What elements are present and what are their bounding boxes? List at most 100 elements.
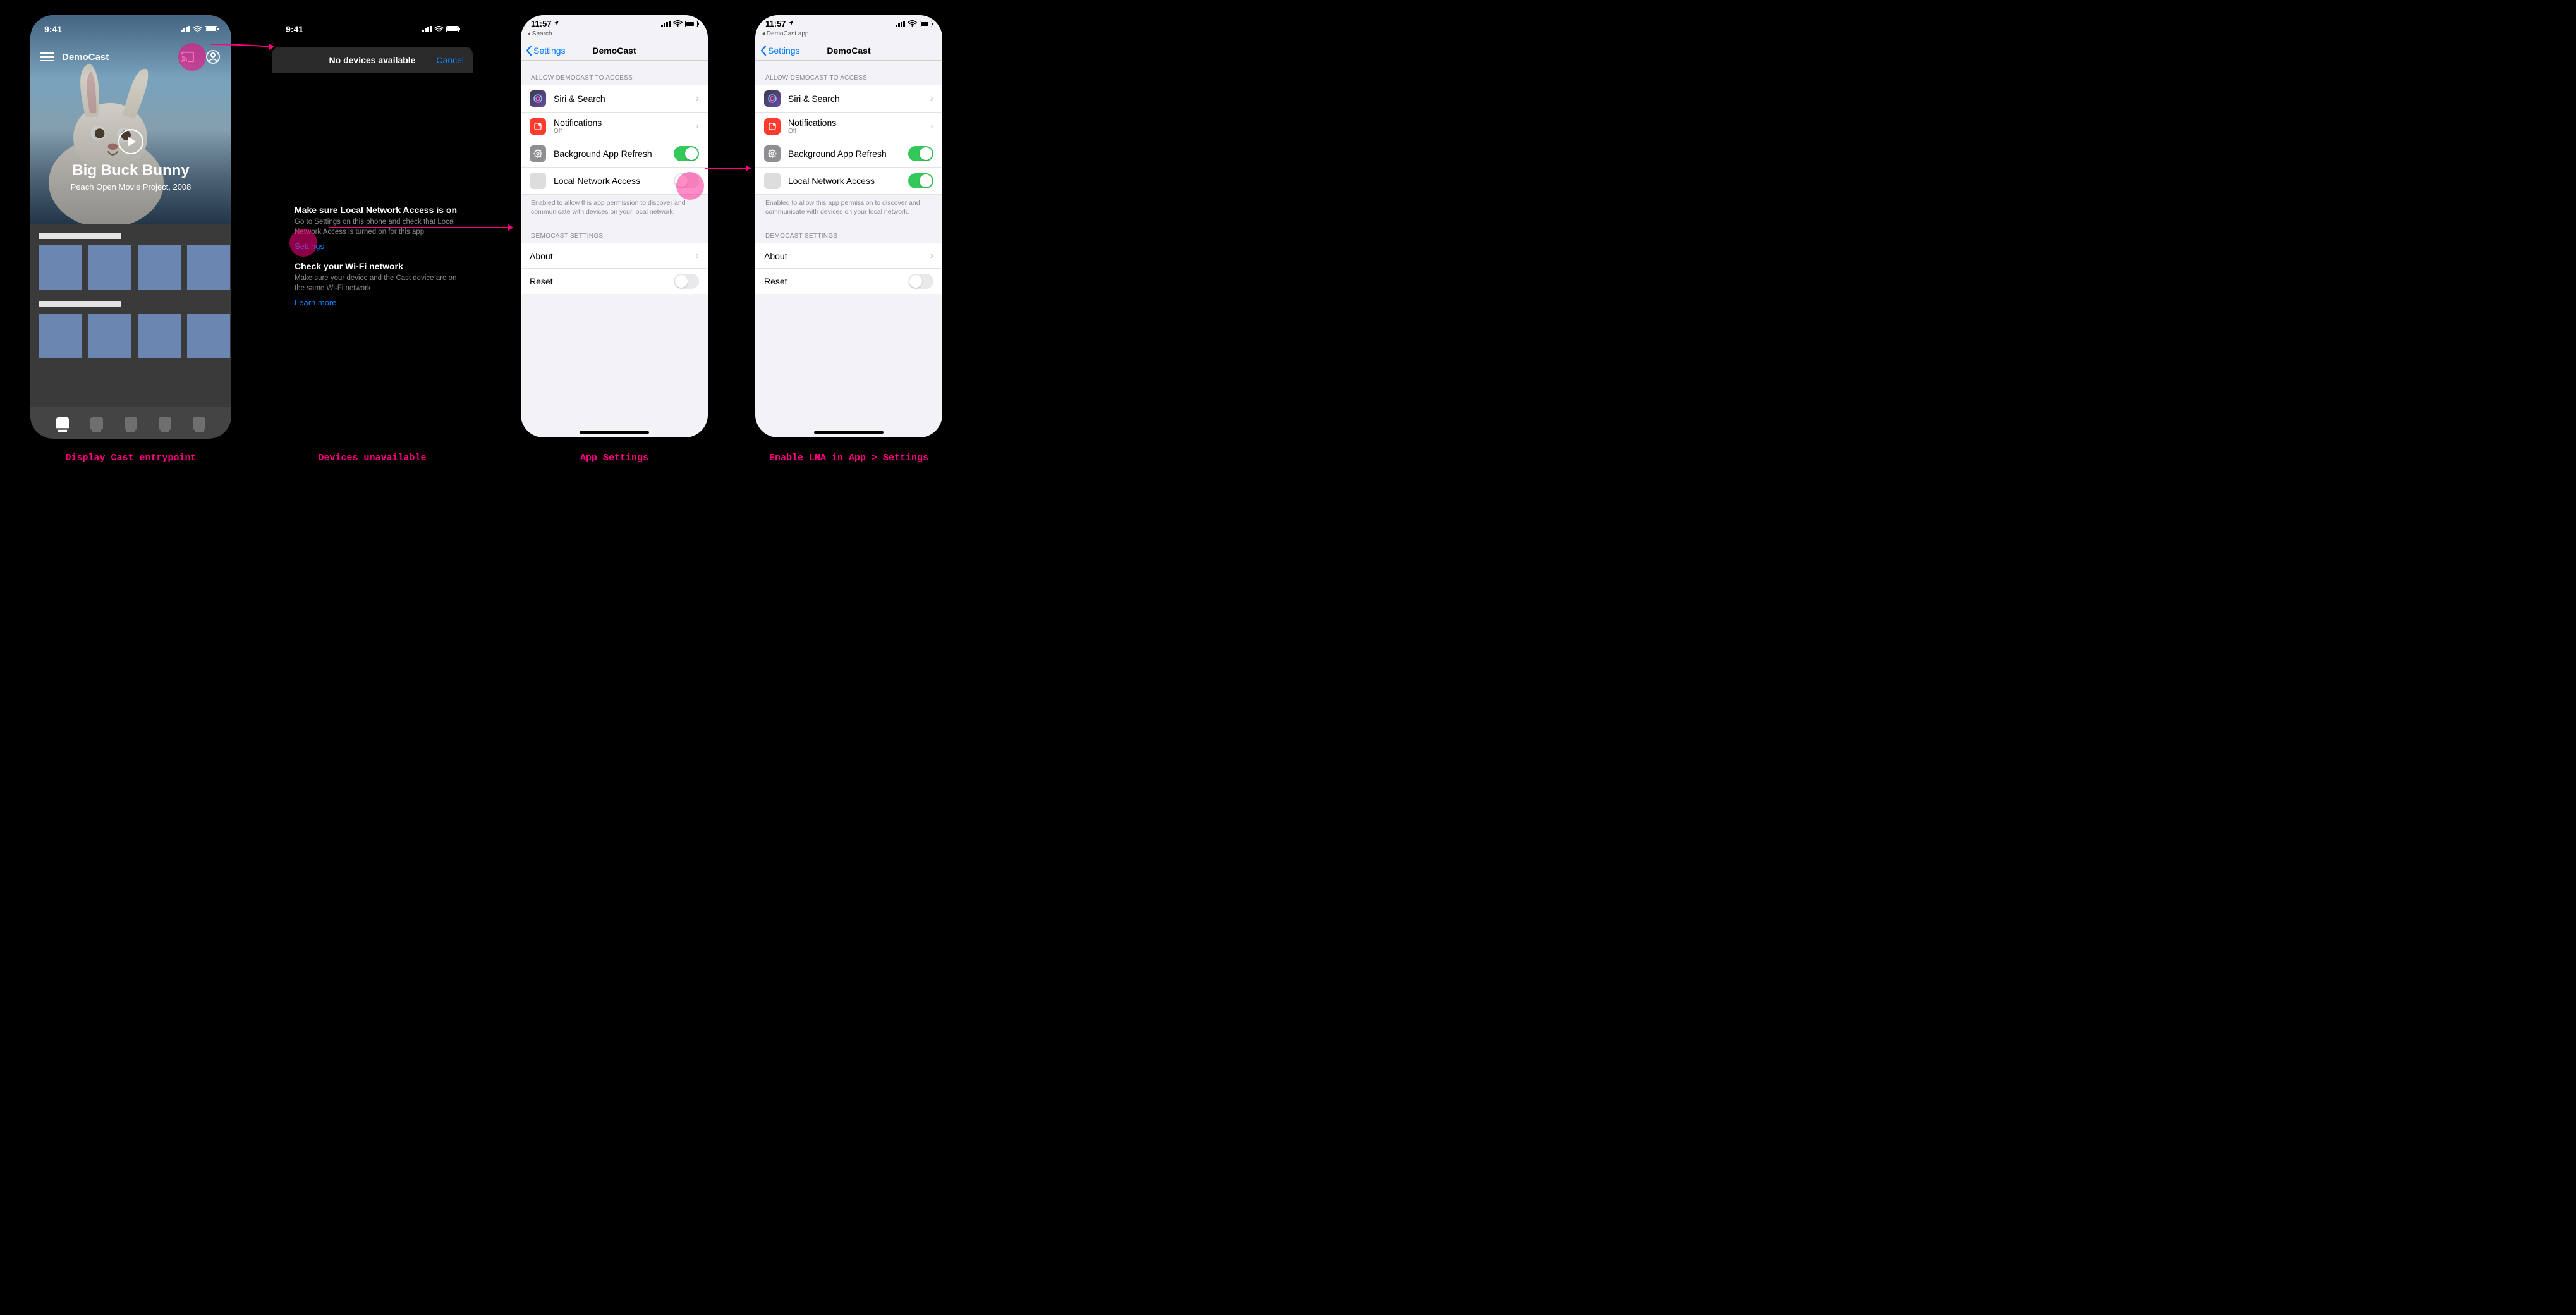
video-title: Big Buck Bunny bbox=[30, 162, 231, 180]
sheet-header: No devices available Cancel bbox=[272, 47, 473, 73]
back-button[interactable]: Settings bbox=[760, 46, 800, 56]
back-button[interactable]: Settings bbox=[526, 46, 566, 56]
toggle-bg-refresh[interactable] bbox=[908, 146, 933, 161]
section-header-app: DEMOCAST SETTINGS bbox=[755, 219, 942, 243]
row-about[interactable]: About › bbox=[521, 243, 708, 269]
toggle-local-network-access[interactable] bbox=[908, 173, 933, 188]
tab-bar bbox=[30, 417, 231, 434]
siri-icon bbox=[764, 90, 781, 107]
chevron-right-icon: › bbox=[696, 93, 699, 104]
breadcrumb-back-to-app[interactable]: ◂ Search bbox=[527, 30, 552, 37]
row-label: Local Network Access bbox=[788, 176, 875, 186]
home-indicator bbox=[814, 431, 884, 434]
row-siri-search[interactable]: Siri & Search › bbox=[521, 85, 708, 113]
screen-app-settings-lna-off: 11:57 ◂ Search Settings DemoCast ALLOW D… bbox=[521, 15, 708, 437]
flow-arrow-2 bbox=[329, 224, 518, 231]
tab-item[interactable] bbox=[125, 417, 137, 430]
row-about[interactable]: About › bbox=[755, 243, 942, 269]
gear-icon bbox=[530, 145, 546, 162]
thumbnail[interactable] bbox=[187, 245, 230, 290]
settings-scroll[interactable]: ALLOW DEMOCAST TO ACCESS Siri & Search ›… bbox=[755, 61, 942, 437]
toggle-reset[interactable] bbox=[674, 274, 699, 289]
cancel-button[interactable]: Cancel bbox=[436, 55, 464, 65]
chevron-right-icon: › bbox=[696, 121, 699, 132]
battery-icon bbox=[920, 21, 932, 27]
signal-icon bbox=[422, 26, 432, 32]
thumbnail[interactable] bbox=[138, 245, 181, 290]
toggle-bg-refresh[interactable] bbox=[674, 146, 699, 161]
flow-arrow-3 bbox=[705, 164, 756, 172]
notifications-icon bbox=[764, 118, 781, 135]
battery-icon bbox=[205, 26, 217, 32]
wifi-icon bbox=[193, 26, 202, 33]
thumbnail[interactable] bbox=[138, 314, 181, 358]
tab-item[interactable] bbox=[90, 417, 103, 430]
notifications-icon bbox=[530, 118, 546, 135]
row-sublabel: Off bbox=[788, 128, 836, 135]
placeholder-heading bbox=[39, 233, 121, 239]
row-notifications[interactable]: Notifications Off › bbox=[755, 113, 942, 140]
chevron-right-icon: › bbox=[930, 250, 933, 262]
hamburger-icon[interactable] bbox=[40, 52, 54, 61]
status-indicators bbox=[661, 19, 698, 28]
row-notifications[interactable]: Notifications Off › bbox=[521, 113, 708, 140]
chevron-left-icon bbox=[526, 46, 532, 56]
chevron-right-icon: › bbox=[696, 250, 699, 262]
row-label: Background App Refresh bbox=[554, 149, 652, 159]
wifi-icon bbox=[673, 20, 683, 27]
row-label: Local Network Access bbox=[554, 176, 640, 186]
breadcrumb-back-to-app[interactable]: ◂ DemoCast app bbox=[762, 30, 809, 37]
row-local-network-access[interactable]: Local Network Access bbox=[755, 168, 942, 195]
app-brand-label: DemoCast bbox=[62, 52, 109, 63]
status-bar: 9:41 bbox=[30, 24, 231, 34]
tab-item[interactable] bbox=[159, 417, 171, 430]
home-indicator bbox=[580, 431, 649, 434]
tip-title: Check your Wi-Fi network bbox=[295, 261, 460, 271]
placeholder-heading bbox=[39, 301, 121, 307]
row-background-refresh[interactable]: Background App Refresh bbox=[755, 140, 942, 168]
row-sublabel: Off bbox=[554, 128, 602, 135]
caption-4: Enable LNA in App > Settings bbox=[755, 453, 942, 463]
wifi-icon bbox=[908, 20, 917, 27]
chevron-left-icon bbox=[760, 46, 767, 56]
tab-item[interactable] bbox=[193, 417, 205, 430]
row-label: Siri & Search bbox=[554, 94, 605, 104]
row-reset[interactable]: Reset bbox=[755, 269, 942, 294]
status-indicators bbox=[181, 24, 217, 34]
row-reset[interactable]: Reset bbox=[521, 269, 708, 294]
thumbnail[interactable] bbox=[88, 314, 131, 358]
row-background-refresh[interactable]: Background App Refresh bbox=[521, 140, 708, 168]
play-button[interactable] bbox=[118, 129, 143, 154]
tab-item[interactable] bbox=[56, 417, 69, 430]
learn-more-link[interactable]: Learn more bbox=[295, 298, 336, 307]
caption-2: Devices unavailable bbox=[272, 453, 473, 463]
siri-icon bbox=[530, 90, 546, 107]
row-label: Background App Refresh bbox=[788, 149, 887, 159]
troubleshoot-content: Make sure Local Network Access is on Go … bbox=[295, 205, 460, 317]
tip-title: Make sure Local Network Access is on bbox=[295, 205, 460, 215]
chevron-right-icon: › bbox=[930, 121, 933, 132]
settings-scroll[interactable]: ALLOW DEMOCAST TO ACCESS Siri & Search ›… bbox=[521, 61, 708, 437]
section-header-access: ALLOW DEMOCAST TO ACCESS bbox=[521, 61, 708, 85]
thumbnail[interactable] bbox=[88, 245, 131, 290]
row-label: About bbox=[764, 251, 787, 261]
location-icon bbox=[554, 20, 559, 26]
thumbnail[interactable] bbox=[39, 245, 82, 290]
thumbnail[interactable] bbox=[39, 314, 82, 358]
toggle-reset[interactable] bbox=[908, 274, 933, 289]
status-bar: 9:41 bbox=[272, 24, 473, 34]
location-icon bbox=[788, 20, 794, 26]
app-icon-placeholder bbox=[530, 173, 546, 189]
section-header-access: ALLOW DEMOCAST TO ACCESS bbox=[755, 61, 942, 85]
nav-bar: Settings DemoCast bbox=[755, 40, 942, 61]
status-bar: 11:57 bbox=[521, 19, 708, 28]
content-area bbox=[30, 224, 231, 407]
gear-icon bbox=[764, 145, 781, 162]
caption-3: App Settings bbox=[521, 453, 708, 463]
highlight-lna-toggle bbox=[676, 172, 704, 200]
thumbnail-row bbox=[39, 314, 222, 358]
thumbnail[interactable] bbox=[187, 314, 230, 358]
status-time: 9:41 bbox=[286, 24, 303, 34]
row-siri-search[interactable]: Siri & Search › bbox=[755, 85, 942, 113]
row-label: Reset bbox=[764, 276, 787, 286]
